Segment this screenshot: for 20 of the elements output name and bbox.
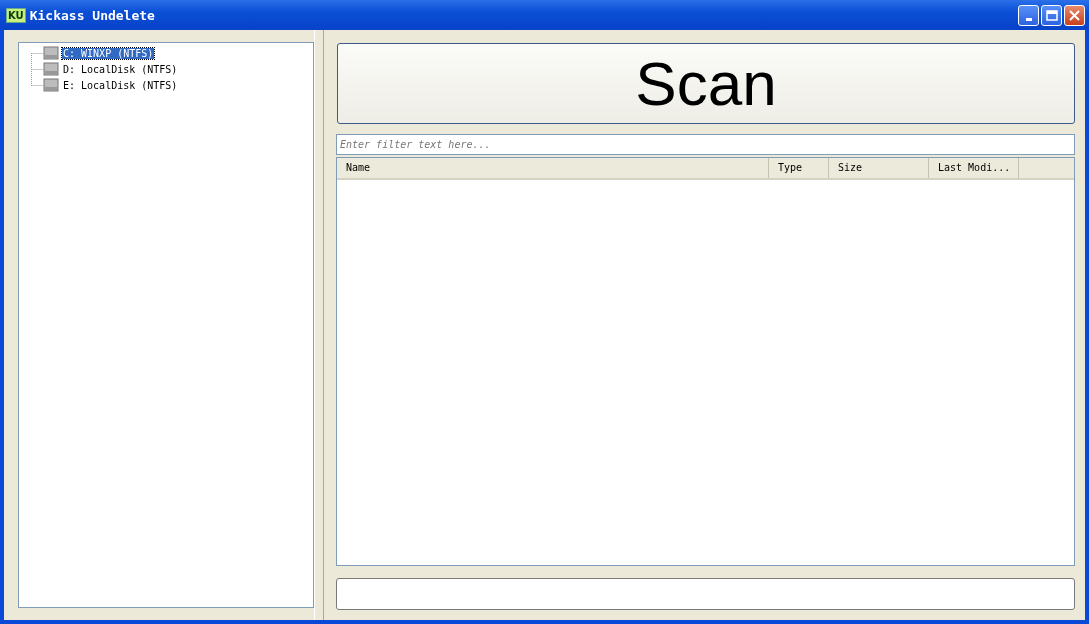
- drive-icon: [43, 78, 59, 92]
- column-header[interactable]: Last Modi...: [929, 158, 1019, 178]
- drive-icon: [43, 46, 59, 60]
- drive-icon: [43, 62, 59, 76]
- close-button[interactable]: [1064, 4, 1085, 26]
- column-header[interactable]: Type: [769, 158, 829, 178]
- column-header[interactable]: Name: [337, 158, 769, 178]
- filter-field[interactable]: Enter filter text here...: [336, 134, 1075, 155]
- minimize-button[interactable]: [1018, 4, 1039, 26]
- maximize-button[interactable]: [1041, 4, 1062, 26]
- column-header[interactable]: Size: [829, 158, 929, 178]
- app-icon: KU: [6, 7, 26, 23]
- maximize-icon: [1045, 8, 1058, 22]
- minimize-icon: [1025, 17, 1032, 21]
- drive-item[interactable]: D: LocalDisk (NTFS): [62, 63, 179, 75]
- drive-item[interactable]: C: WINXP (NTFS): [62, 47, 155, 59]
- window-title: Kickass Undelete: [29, 7, 156, 23]
- drive-item[interactable]: E: LocalDisk (NTFS): [62, 79, 179, 91]
- scan-button[interactable]: Scan: [337, 43, 1075, 124]
- close-icon: [1068, 8, 1081, 22]
